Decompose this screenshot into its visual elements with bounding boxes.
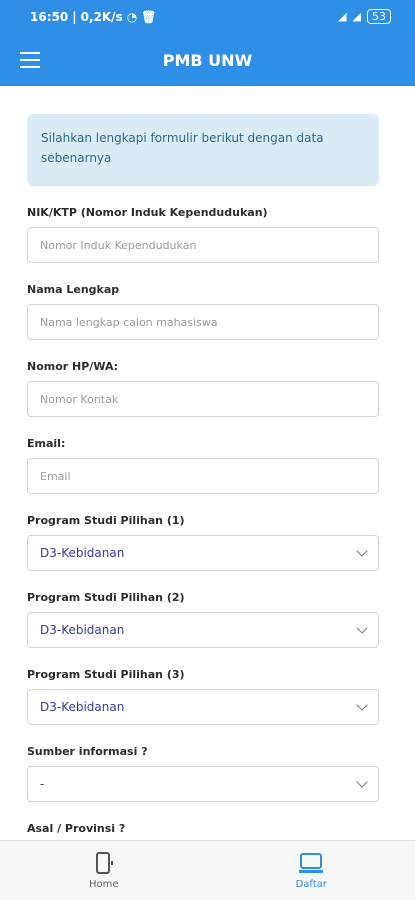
- program-2-value: D3-Kebidanan: [40, 623, 125, 637]
- program-2-select[interactable]: D3-Kebidanan: [27, 612, 379, 648]
- program-3-label: Program Studi Pilihan (3): [27, 668, 185, 681]
- chevron-down-icon: [356, 622, 368, 634]
- name-placeholder: Nama lengkap calon mahasiswa: [40, 315, 218, 329]
- province-label: Asal / Provinsi ?: [27, 822, 126, 835]
- phone-label: Nomor HP/WA:: [27, 360, 119, 373]
- source-label: Sumber informasi ?: [27, 745, 148, 758]
- program-2-label: Program Studi Pilihan (2): [27, 591, 185, 604]
- nik-input[interactable]: Nomor Induk Kependudukan: [27, 227, 379, 263]
- signal-icon: ◢: [352, 10, 361, 23]
- source-value: -: [40, 777, 45, 791]
- info-box: Silahkan lengkapi formulir berikut denga…: [27, 114, 379, 186]
- form-content: Silahkan lengkapi formulir berikut denga…: [0, 86, 415, 853]
- chevron-down-icon: [356, 545, 368, 557]
- phone-icon: [95, 852, 113, 874]
- nik-label: NIK/KTP (Nomor Induk Kependudukan): [27, 206, 268, 219]
- program-3-value: D3-Kebidanan: [40, 700, 125, 714]
- email-input[interactable]: Email: [27, 458, 379, 494]
- name-label: Nama Lengkap: [27, 283, 120, 296]
- laptop-icon: [299, 853, 324, 873]
- email-placeholder: Email: [40, 469, 71, 483]
- name-input[interactable]: Nama lengkap calon mahasiswa: [27, 304, 379, 340]
- status-right: ◢ ◢ 53: [338, 9, 391, 24]
- phone-input[interactable]: Nomor Kontak: [27, 381, 379, 417]
- phone-placeholder: Nomor Kontak: [40, 392, 119, 406]
- nav-home-label: Home: [88, 879, 119, 890]
- nav-home[interactable]: Home: [0, 841, 208, 900]
- trash-icon: 🗑: [141, 10, 157, 24]
- battery-icon: 53: [367, 9, 391, 24]
- email-label: Email:: [27, 437, 66, 450]
- app-title: PMB UNW: [162, 51, 253, 70]
- nik-placeholder: Nomor Induk Kependudukan: [40, 238, 197, 252]
- battery-level: 53: [372, 10, 386, 23]
- status-bar: 16:50 | 0,2K/s ◔ 🗑 ◢ ◢ 53: [0, 0, 415, 36]
- program-1-value: D3-Kebidanan: [40, 546, 125, 560]
- chevron-down-icon: [356, 776, 368, 788]
- signal-icon: ◢: [338, 10, 347, 23]
- source-select[interactable]: -: [27, 766, 379, 802]
- status-left: 16:50 | 0,2K/s ◔ 🗑: [30, 10, 157, 24]
- program-3-select[interactable]: D3-Kebidanan: [27, 689, 379, 725]
- status-speed: 0,2K/s: [80, 10, 123, 24]
- whatsapp-icon: ◔: [126, 10, 138, 24]
- nav-daftar-label: Daftar: [295, 879, 327, 890]
- nav-daftar[interactable]: Daftar: [208, 841, 415, 900]
- status-time: 16:50: [30, 10, 69, 24]
- app-bar: PMB UNW: [0, 36, 415, 86]
- program-1-select[interactable]: D3-Kebidanan: [27, 535, 379, 571]
- bottom-nav: Home Daftar: [0, 840, 415, 900]
- chevron-down-icon: [356, 699, 368, 711]
- program-1-label: Program Studi Pilihan (1): [27, 514, 185, 527]
